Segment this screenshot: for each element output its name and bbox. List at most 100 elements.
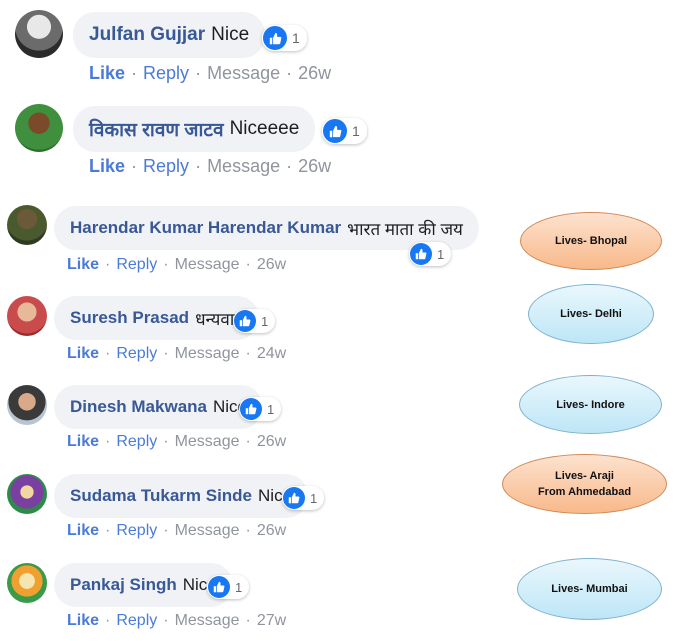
- timestamp[interactable]: 26w: [257, 433, 286, 450]
- comment-author-name[interactable]: Sudama Tukarm Sinde: [70, 486, 252, 506]
- message-link[interactable]: Message: [175, 612, 240, 629]
- avatar[interactable]: [7, 296, 47, 336]
- comment-text: Nice: [211, 24, 250, 45]
- location-note-araji: Lives- Araji From Ahmedabad: [502, 454, 667, 514]
- comment-bubble: Pankaj Singh Nice: [54, 563, 233, 607]
- comment-actions: Like · Reply · Message · 26w: [67, 433, 286, 451]
- separator: ·: [245, 433, 251, 450]
- separator: ·: [245, 345, 251, 362]
- comment-author-name[interactable]: Dinesh Makwana: [70, 397, 207, 417]
- reply-link[interactable]: Reply: [116, 345, 157, 362]
- comment-author-name[interactable]: Pankaj Singh: [70, 575, 177, 595]
- separator: ·: [105, 345, 111, 362]
- separator: ·: [286, 156, 293, 176]
- reply-link[interactable]: Reply: [116, 612, 157, 629]
- location-note-bhopal: Lives- Bhopal: [520, 212, 662, 270]
- comment-bubble: Suresh Prasad धन्यवाद: [54, 296, 260, 340]
- reply-link[interactable]: Reply: [116, 256, 157, 273]
- note-text-line1: Lives- Araji: [555, 470, 614, 482]
- thumbs-up-icon: [263, 26, 287, 50]
- avatar[interactable]: [15, 104, 63, 152]
- location-note-delhi: Lives- Delhi: [528, 284, 654, 344]
- like-link[interactable]: Like: [89, 156, 125, 176]
- like-link[interactable]: Like: [67, 433, 99, 450]
- reaction-badge[interactable]: 1: [262, 25, 307, 51]
- reply-link[interactable]: Reply: [116, 522, 157, 539]
- reply-link[interactable]: Reply: [143, 63, 189, 83]
- reaction-badge[interactable]: 1: [282, 486, 325, 510]
- comment-author-name[interactable]: Suresh Prasad: [70, 308, 189, 328]
- reply-link[interactable]: Reply: [116, 433, 157, 450]
- note-text: Lives- Indore: [556, 398, 625, 411]
- reaction-badge[interactable]: 1: [322, 118, 367, 144]
- message-link[interactable]: Message: [175, 256, 240, 273]
- comment-actions: Like · Reply · Message · 26w: [89, 156, 331, 177]
- note-text: Lives- Mumbai: [551, 583, 628, 595]
- timestamp[interactable]: 26w: [257, 522, 286, 539]
- like-link[interactable]: Like: [67, 345, 99, 362]
- separator: ·: [163, 612, 169, 629]
- comment-text: भारत माता की जय: [347, 219, 463, 239]
- message-link[interactable]: Message: [175, 433, 240, 450]
- comment-author-name[interactable]: विकास रावण जाटव: [89, 116, 224, 142]
- comment-author-name[interactable]: Harendar Kumar Harendar Kumar: [70, 218, 341, 238]
- reaction-count: 1: [235, 579, 243, 595]
- comment-bubble: Sudama Tukarm Sinde Nice: [54, 474, 309, 518]
- reaction-badge[interactable]: 1: [207, 575, 250, 599]
- separator: ·: [163, 522, 169, 539]
- avatar[interactable]: [15, 10, 63, 58]
- comment-actions: Like · Reply · Message · 24w: [67, 345, 286, 363]
- separator: ·: [105, 612, 111, 629]
- avatar[interactable]: [7, 205, 47, 245]
- avatar[interactable]: [7, 563, 47, 603]
- like-link[interactable]: Like: [89, 63, 125, 83]
- like-link[interactable]: Like: [67, 612, 99, 629]
- reply-link[interactable]: Reply: [143, 156, 189, 176]
- message-link[interactable]: Message: [175, 522, 240, 539]
- message-link[interactable]: Message: [207, 156, 280, 176]
- comment-actions: Like · Reply · Message · 26w: [89, 63, 331, 84]
- reaction-badge[interactable]: 1: [233, 309, 276, 333]
- comment-text: Niceeee: [229, 118, 300, 139]
- thumbs-up-icon: [323, 119, 347, 143]
- separator: ·: [245, 256, 251, 273]
- comment-bubble: विकास रावण जाटव Niceeee: [73, 106, 316, 152]
- reaction-count: 1: [310, 490, 318, 506]
- avatar[interactable]: [7, 474, 47, 514]
- reaction-badge[interactable]: 1: [239, 397, 282, 421]
- message-link[interactable]: Message: [207, 63, 280, 83]
- separator: ·: [105, 522, 111, 539]
- reaction-count: 1: [267, 401, 275, 417]
- message-link[interactable]: Message: [175, 345, 240, 362]
- note-text: Lives- Delhi: [560, 308, 622, 320]
- comment-bubble: Dinesh Makwana Nice: [54, 385, 264, 429]
- like-link[interactable]: Like: [67, 522, 99, 539]
- reaction-count: 1: [352, 123, 360, 139]
- separator: ·: [163, 345, 169, 362]
- separator: ·: [286, 63, 293, 83]
- comment-actions: Like · Reply · Message · 27w: [67, 612, 286, 630]
- avatar[interactable]: [7, 385, 47, 425]
- separator: ·: [163, 256, 169, 273]
- thumbs-up-icon: [234, 310, 256, 332]
- comment-actions: Like · Reply · Message · 26w: [67, 256, 286, 274]
- timestamp[interactable]: 27w: [257, 612, 286, 629]
- thumbs-up-icon: [283, 487, 305, 509]
- timestamp[interactable]: 24w: [257, 345, 286, 362]
- timestamp[interactable]: 26w: [298, 63, 331, 83]
- timestamp[interactable]: 26w: [257, 256, 286, 273]
- reaction-count: 1: [261, 313, 269, 329]
- reaction-badge[interactable]: 1: [409, 242, 452, 266]
- separator: ·: [105, 256, 111, 273]
- separator: ·: [105, 433, 111, 450]
- like-link[interactable]: Like: [67, 256, 99, 273]
- comment-bubble: Julfan Gujjar Nice: [73, 12, 266, 58]
- thumbs-up-icon: [208, 576, 230, 598]
- timestamp[interactable]: 26w: [298, 156, 331, 176]
- comment-author-name[interactable]: Julfan Gujjar: [89, 24, 205, 46]
- note-text-line2: From Ahmedabad: [537, 486, 632, 498]
- location-note-indore: Lives- Indore: [519, 375, 662, 434]
- thumbs-up-icon: [240, 398, 262, 420]
- separator: ·: [245, 612, 251, 629]
- reaction-count: 1: [292, 30, 300, 46]
